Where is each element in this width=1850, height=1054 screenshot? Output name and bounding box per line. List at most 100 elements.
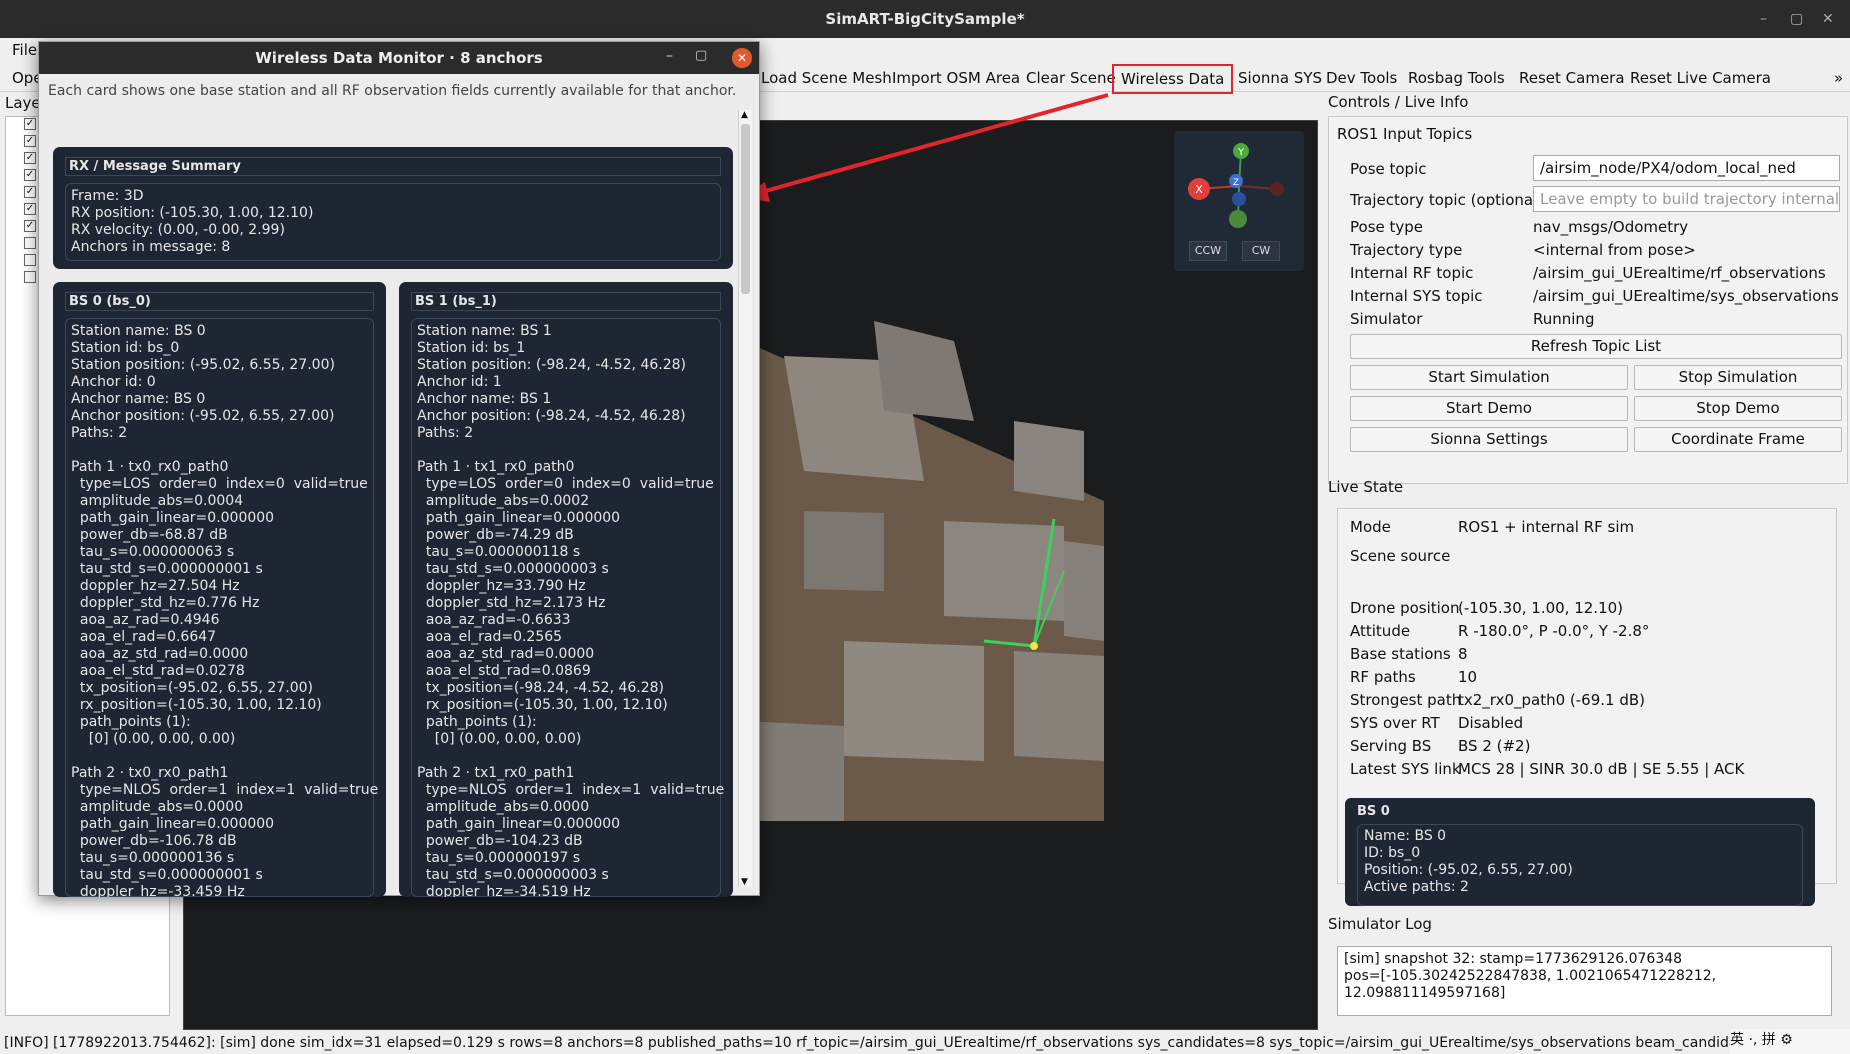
layer-checkbox[interactable]: ✓ [24, 118, 36, 130]
layer-checkbox[interactable] [24, 254, 36, 266]
minimize-icon[interactable]: – [1760, 0, 1767, 38]
sionna-sys-button[interactable]: Sionna SYS [1232, 66, 1328, 90]
card-line: aoa_el_rad=0.6647 [71, 629, 217, 645]
card-line: tau_std_s=0.000000001 s [71, 867, 263, 883]
card-line: Station name: BS 1 [417, 323, 552, 339]
card-line: tau_std_s=0.000000001 s [71, 561, 263, 577]
layer-checkbox[interactable]: ✓ [24, 135, 36, 147]
card-line: power_db=-104.23 dB [417, 833, 583, 849]
card-line: Frame: 3D [71, 188, 144, 204]
wireless-data-button[interactable]: Wireless Data [1112, 64, 1234, 94]
card-line: Path 1 · tx1_rx0_path0 [417, 459, 575, 475]
rosbag-tools-button[interactable]: Rosbag Tools [1402, 66, 1511, 90]
coordinate-frame-button[interactable]: Coordinate Frame [1634, 427, 1842, 452]
axis-gizmo-icon: X Y Z [1188, 143, 1284, 228]
live-strongest-path-value: tx2_rx0_path0 (-69.1 dB) [1458, 691, 1645, 709]
card-line: aoa_az_rad=-0.6633 [417, 612, 571, 628]
card-line: tau_s=0.000000136 s [71, 850, 235, 866]
trajectory-topic-label: Trajectory topic (optional) [1350, 191, 1544, 209]
load-scene-mesh-button[interactable]: Load Scene Mesh [755, 66, 898, 90]
live-mode-label: Mode [1350, 518, 1391, 536]
simulator-log[interactable]: [sim] snapshot 32: stamp=1773629126.0763… [1337, 946, 1832, 1016]
orientation-gizmo[interactable]: X Y Z CCW CW [1174, 131, 1304, 271]
reset-live-camera-button[interactable]: Reset Live Camera [1624, 66, 1777, 90]
controls-header: Controls / Live Info [1328, 93, 1469, 111]
dialog-maximize-icon[interactable]: ▢ [695, 48, 707, 63]
trajectory-topic-input[interactable]: Leave empty to build trajectory internal… [1533, 186, 1840, 212]
stop-simulation-button[interactable]: Stop Simulation [1634, 365, 1842, 390]
card-line: aoa_el_rad=0.2565 [417, 629, 563, 645]
card-line: [0] (0.00, 0.00, 0.00) [417, 731, 582, 747]
pose-topic-label: Pose topic [1350, 160, 1427, 178]
card-line: tau_s=0.000000118 s [417, 544, 581, 560]
bs-card-title: BS 1 (bs_1) [411, 292, 721, 311]
start-demo-button[interactable]: Start Demo [1350, 396, 1628, 421]
card-line: aoa_az_rad=0.4946 [71, 612, 220, 628]
dialog-scrollbar[interactable]: ▲ ▼ [738, 110, 752, 887]
card-line: Path 2 · tx1_rx0_path1 [417, 765, 575, 781]
scrollbar-thumb[interactable] [741, 124, 750, 294]
card-line: Path 2 · tx0_rx0_path1 [71, 765, 229, 781]
card-line: doppler_hz=-33.459 Hz [71, 884, 245, 897]
dev-tools-button[interactable]: Dev Tools [1320, 66, 1403, 90]
card-line: type=NLOS order=1 index=1 valid=true [71, 782, 379, 798]
reset-camera-button[interactable]: Reset Camera [1513, 66, 1631, 90]
dialog-minimize-icon[interactable]: – [666, 48, 673, 64]
internal-rf-topic-value: /airsim_gui_UErealtime/rf_observations [1533, 264, 1826, 282]
layer-checkbox[interactable]: ✓ [24, 203, 36, 215]
card-line: amplitude_abs=0.0002 [417, 493, 590, 509]
start-simulation-button[interactable]: Start Simulation [1350, 365, 1628, 390]
rotate-cw-button[interactable]: CW [1242, 241, 1280, 261]
internal-rf-topic-label: Internal RF topic [1350, 264, 1474, 282]
live-base-stations-value: 8 [1458, 645, 1468, 663]
gizmo-y-label: Y [1237, 147, 1245, 158]
card-line: Station id: bs_1 [417, 340, 526, 356]
card-line: RX velocity: (0.00, -0.00, 2.99) [71, 222, 285, 238]
card-line: RX position: (-105.30, 1.00, 12.10) [71, 205, 314, 221]
card-line: amplitude_abs=0.0000 [71, 799, 244, 815]
layer-checkbox[interactable] [24, 271, 36, 283]
card-line: tau_s=0.000000197 s [417, 850, 581, 866]
input-method-tray[interactable]: 英 ·, 拼 ⚙ [1730, 1029, 1850, 1054]
menu-file[interactable]: File [12, 41, 37, 59]
card-line: Anchor position: (-95.02, 6.55, 27.00) [71, 408, 335, 424]
close-icon[interactable]: ✕ [1822, 0, 1834, 38]
card-line [417, 442, 715, 459]
stop-demo-button[interactable]: Stop Demo [1634, 396, 1842, 421]
card-line: path_gain_linear=0.000000 [417, 816, 621, 832]
refresh-topic-list-button[interactable]: Refresh Topic List [1350, 334, 1842, 359]
trajectory-type-value: <internal from pose> [1533, 241, 1696, 259]
gizmo-x-label: X [1195, 183, 1203, 196]
log-line: [sim] snapshot 32: stamp=1773629126.0763… [1344, 951, 1683, 967]
layer-checkbox[interactable]: ✓ [24, 169, 36, 181]
live-bs-card: BS 0 Name: BS 0 ID: bs_0 Position: (-95.… [1345, 798, 1815, 906]
dialog-close-icon[interactable]: ✕ [732, 48, 752, 68]
bs-card-body: Station name: BS 1 Station id: bs_1 Statio… [411, 318, 724, 897]
card-line: amplitude_abs=0.0004 [71, 493, 244, 509]
card-line: Paths: 2 [71, 425, 128, 441]
layer-checkbox[interactable] [24, 237, 36, 249]
card-line: tx_position=(-98.24, -4.52, 46.28) [417, 680, 665, 696]
live-attitude-label: Attitude [1350, 622, 1411, 640]
card-line: tau_std_s=0.000000003 s [417, 867, 609, 883]
live-mode-value: ROS1 + internal RF sim [1458, 518, 1635, 536]
live-bs-card-line: ID: bs_0 [1364, 845, 1421, 861]
card-line: Station position: (-98.24, -4.52, 46.28) [417, 357, 687, 373]
pose-topic-input[interactable]: /airsim_node/PX4/odom_local_ned [1533, 155, 1840, 181]
live-sys-over-rt-value: Disabled [1458, 714, 1524, 732]
toolbar-overflow-icon[interactable]: » [1828, 66, 1849, 90]
card-line: path_points (1): [417, 714, 537, 730]
bs-card-title: BS 0 (bs_0) [65, 292, 374, 311]
import-osm-area-button[interactable]: Import OSM Area [886, 66, 1026, 90]
window-title: SimART-BigCitySample* [825, 10, 1025, 28]
layer-checkbox[interactable]: ✓ [24, 186, 36, 198]
layer-checkbox[interactable]: ✓ [24, 152, 36, 164]
card-line: Paths: 2 [417, 425, 474, 441]
live-serving-bs-label: Serving BS [1350, 737, 1432, 755]
maximize-icon[interactable]: ▢ [1790, 0, 1803, 38]
rotate-ccw-button[interactable]: CCW [1189, 241, 1227, 261]
sionna-settings-button[interactable]: Sionna Settings [1350, 427, 1628, 452]
clear-scene-button[interactable]: Clear Scene [1020, 66, 1122, 90]
layer-checkbox[interactable]: ✓ [24, 220, 36, 232]
card-line: rx_position=(-105.30, 1.00, 12.10) [71, 697, 322, 713]
